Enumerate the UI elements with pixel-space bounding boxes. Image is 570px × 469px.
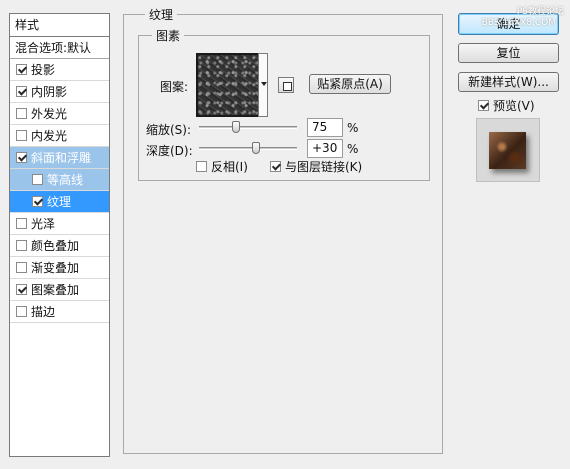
depth-unit: % bbox=[347, 142, 359, 156]
contour-checkbox[interactable] bbox=[32, 174, 43, 185]
invert-option[interactable]: 反相(I) bbox=[196, 158, 248, 175]
style-item-label: 投影 bbox=[31, 62, 56, 77]
snap-to-origin-button[interactable]: 贴紧原点(A) bbox=[309, 74, 391, 94]
style-item-gradient-overlay[interactable]: 渐变叠加 bbox=[10, 257, 109, 279]
styles-list: 样式 混合选项:默认 投影 内阴影 外发光 内发光 斜面和浮雕 等高线 纹理 光… bbox=[9, 13, 110, 457]
style-item-label: 描边 bbox=[31, 304, 56, 319]
style-item-label: 纹理 bbox=[47, 194, 72, 209]
style-item-label: 外发光 bbox=[31, 106, 68, 121]
style-item-stroke[interactable]: 描边 bbox=[10, 301, 109, 323]
style-item-label: 图案叠加 bbox=[31, 282, 80, 297]
blend-options-label: 混合选项:默认 bbox=[15, 40, 92, 55]
reset-button[interactable]: 复位 bbox=[458, 43, 559, 63]
depth-label: 深度(D): bbox=[146, 144, 193, 158]
style-item-inner-glow[interactable]: 内发光 bbox=[10, 125, 109, 147]
pattern-picker-dropdown[interactable] bbox=[258, 53, 268, 117]
scale-slider-thumb[interactable] bbox=[232, 121, 240, 133]
pattern-overlay-checkbox[interactable] bbox=[16, 284, 27, 295]
inner-glow-checkbox[interactable] bbox=[16, 130, 27, 141]
stroke-checkbox[interactable] bbox=[16, 306, 27, 317]
preview-checkbox[interactable] bbox=[478, 100, 489, 111]
depth-slider-thumb[interactable] bbox=[252, 142, 260, 154]
scale-label: 缩放(S): bbox=[146, 123, 192, 137]
style-item-label: 内发光 bbox=[31, 128, 68, 143]
satin-checkbox[interactable] bbox=[16, 218, 27, 229]
gradient-overlay-checkbox[interactable] bbox=[16, 262, 27, 273]
style-item-satin[interactable]: 光泽 bbox=[10, 213, 109, 235]
style-item-label: 光泽 bbox=[31, 216, 56, 231]
pattern-swatch[interactable] bbox=[196, 53, 260, 117]
style-item-color-overlay[interactable]: 颜色叠加 bbox=[10, 235, 109, 257]
style-item-label: 颜色叠加 bbox=[31, 238, 80, 253]
style-item-contour[interactable]: 等高线 bbox=[10, 169, 109, 191]
watermark-url: BBS.16XX8.COM bbox=[481, 18, 556, 28]
scale-slider-track[interactable] bbox=[199, 126, 297, 129]
style-item-outer-glow[interactable]: 外发光 bbox=[10, 103, 109, 125]
style-preview-thumbnail bbox=[476, 118, 540, 182]
watermark-text: PS教程论坛 bbox=[516, 7, 564, 17]
preview-swatch bbox=[489, 132, 526, 169]
link-with-layer-option[interactable]: 与图层链接(K) bbox=[270, 158, 362, 175]
preview-label: 预览(V) bbox=[493, 99, 535, 113]
style-item-texture[interactable]: 纹理 bbox=[10, 191, 109, 213]
style-item-label: 等高线 bbox=[47, 172, 84, 187]
styles-header[interactable]: 样式 bbox=[10, 14, 109, 37]
outer-glow-checkbox[interactable] bbox=[16, 108, 27, 119]
color-overlay-checkbox[interactable] bbox=[16, 240, 27, 251]
link-with-layer-checkbox[interactable] bbox=[270, 161, 281, 172]
style-item-bevel-emboss[interactable]: 斜面和浮雕 bbox=[10, 147, 109, 169]
invert-checkbox[interactable] bbox=[196, 161, 207, 172]
new-preset-icon[interactable] bbox=[278, 77, 294, 93]
layer-style-dialog: 样式 混合选项:默认 投影 内阴影 外发光 内发光 斜面和浮雕 等高线 纹理 光… bbox=[0, 0, 570, 469]
link-with-layer-label: 与图层链接(K) bbox=[285, 160, 363, 174]
invert-label: 反相(I) bbox=[211, 160, 248, 174]
pattern-label: 图案: bbox=[160, 80, 189, 94]
style-item-label: 斜面和浮雕 bbox=[31, 150, 92, 165]
scale-unit: % bbox=[347, 121, 359, 135]
drop-shadow-checkbox[interactable] bbox=[16, 64, 27, 75]
style-item-drop-shadow[interactable]: 投影 bbox=[10, 59, 109, 81]
style-item-inner-shadow[interactable]: 内阴影 bbox=[10, 81, 109, 103]
texture-group-title: 纹理 bbox=[145, 6, 178, 23]
texture-checkbox[interactable] bbox=[32, 196, 43, 207]
depth-input[interactable]: +30 bbox=[307, 139, 343, 158]
preview-option[interactable]: 预览(V) bbox=[478, 97, 535, 114]
style-item-label: 渐变叠加 bbox=[31, 260, 80, 275]
inner-shadow-checkbox[interactable] bbox=[16, 86, 27, 97]
blend-options-item[interactable]: 混合选项:默认 bbox=[10, 37, 109, 59]
depth-slider-track[interactable] bbox=[199, 147, 297, 150]
style-item-pattern-overlay[interactable]: 图案叠加 bbox=[10, 279, 109, 301]
style-item-label: 内阴影 bbox=[31, 84, 68, 99]
scale-input[interactable]: 75 bbox=[307, 118, 343, 137]
new-style-button[interactable]: 新建样式(W)... bbox=[458, 72, 559, 92]
pattern-group-title: 图素 bbox=[152, 27, 185, 44]
bevel-emboss-checkbox[interactable] bbox=[16, 152, 27, 163]
